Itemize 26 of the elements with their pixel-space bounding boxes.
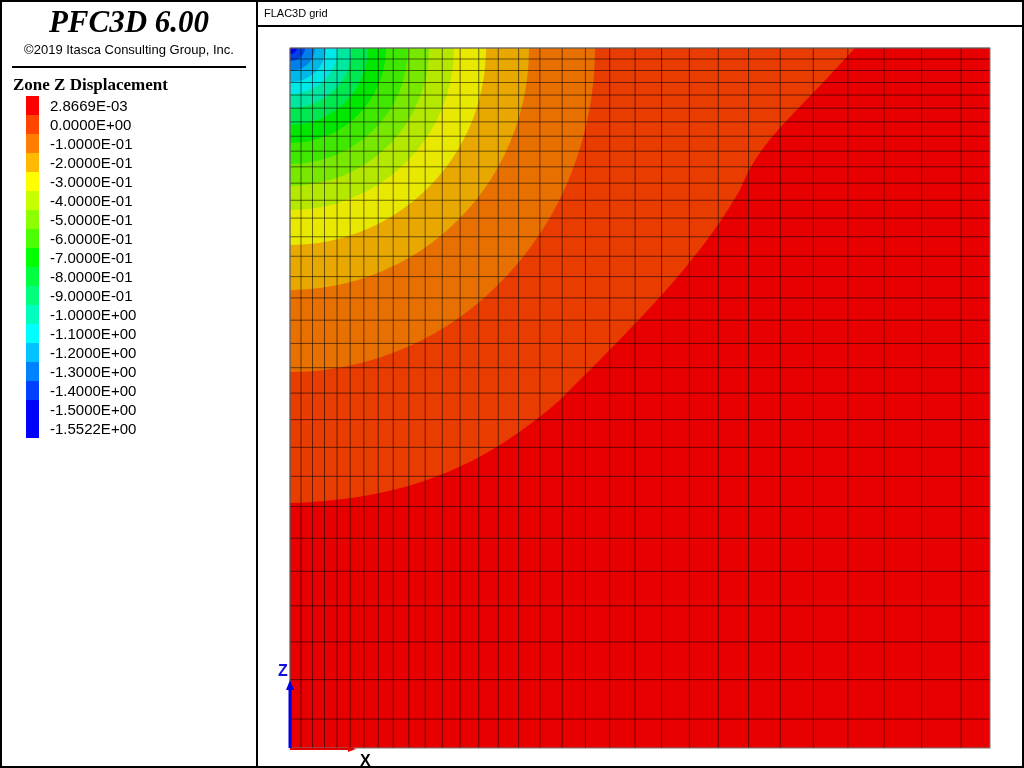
x-axis-label: X	[360, 752, 371, 766]
legend-label: 0.0000E+00	[50, 115, 132, 134]
legend-label: -4.0000E-01	[50, 191, 133, 210]
legend-label: -7.0000E-01	[50, 248, 133, 267]
legend-label: -1.3000E+00	[50, 362, 137, 381]
legend-label: -1.4000E+00	[50, 381, 137, 400]
legend-label: -3.0000E-01	[50, 172, 133, 191]
legend-label: -5.0000E-01	[50, 210, 133, 229]
legend-label: -1.5000E+00	[50, 400, 137, 419]
legend-label: -1.0000E+00	[50, 305, 137, 324]
app-title: PFC3D 6.00	[47, 4, 211, 40]
legend-label: -9.0000E-01	[50, 286, 133, 305]
z-axis-arrow	[286, 680, 294, 748]
legend-label: -2.0000E-01	[50, 153, 133, 172]
legend-title: Zone Z Displacement	[13, 75, 169, 95]
z-axis-label: Z	[278, 662, 288, 679]
x-axis-arrow	[289, 746, 356, 752]
legend-label: 2.8669E-03	[50, 96, 128, 115]
legend-label: -6.0000E-01	[50, 229, 133, 248]
legend-label: -1.5522E+00	[50, 419, 137, 438]
legend-label: -1.2000E+00	[50, 343, 137, 362]
copyright-text: ©2019 Itasca Consulting Group, Inc.	[23, 42, 235, 58]
legend-label: -8.0000E-01	[50, 267, 133, 286]
plot-title: FLAC3D grid	[264, 6, 328, 22]
legend-label: -1.1000E+00	[50, 324, 137, 343]
legend-label: -1.0000E-01	[50, 134, 133, 153]
